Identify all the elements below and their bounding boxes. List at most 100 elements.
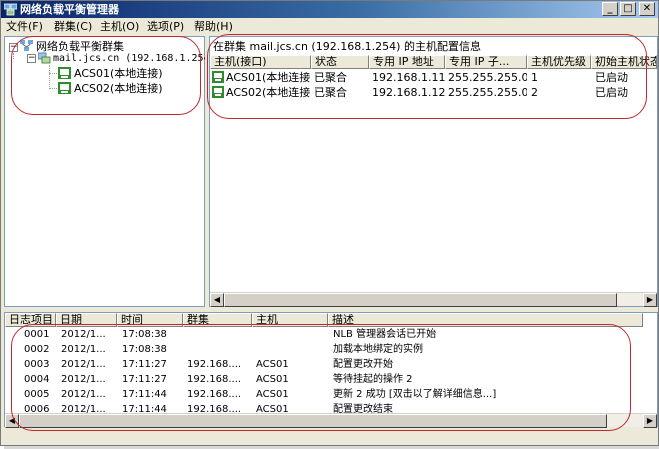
column-header-date[interactable]: 日期 bbox=[56, 313, 117, 327]
log-cell-cluster: 192.168.... bbox=[187, 389, 242, 400]
column-header-initial-state[interactable]: 初始主机状态 bbox=[591, 55, 657, 69]
log-cell-cluster: 192.168.... bbox=[187, 359, 242, 370]
scroll-right-button[interactable]: ▶ bbox=[643, 414, 657, 428]
column-header-description[interactable]: 描述 bbox=[328, 313, 643, 327]
log-cell-time: 17:11:27 bbox=[122, 374, 167, 385]
log-cell-date: 2012/1... bbox=[61, 359, 106, 370]
host-icon bbox=[212, 86, 224, 98]
log-pane: 日志项目 日期 时间 群集 主机 描述 0001 2012/1... 17:08… bbox=[4, 312, 658, 428]
host-list-caption: 在群集 mail.jcs.cn (192.168.1.254) 的主机配置信息 bbox=[213, 40, 481, 53]
log-cell-host: ACS01 bbox=[256, 359, 289, 370]
log-cell-id: 0001 bbox=[24, 329, 50, 340]
log-cell-description: 加载本地绑定的实例 bbox=[333, 344, 423, 355]
cell-mask: 255.255.255.0 bbox=[448, 86, 527, 99]
host-icon bbox=[58, 67, 71, 79]
table-row[interactable]: ACS01(本地连接) 已聚合 192.168.1.11 255.255.255… bbox=[210, 70, 650, 85]
close-button[interactable]: ✕ bbox=[639, 2, 655, 16]
tree-cluster-label: mail.jcs.cn (192.168.1.254) bbox=[53, 53, 216, 64]
log-row[interactable]: 0005 2012/1... 17:11:44 192.168.... ACS0… bbox=[5, 388, 645, 401]
log-row[interactable]: 0004 2012/1... 17:11:27 192.168.... ACS0… bbox=[5, 373, 645, 386]
cell-ip: 192.168.1.12 bbox=[372, 86, 445, 99]
cell-status: 已聚合 bbox=[314, 86, 347, 99]
network-cluster-icon bbox=[20, 40, 33, 51]
tree-host-label: ACS01(本地连接) bbox=[74, 67, 163, 80]
cell-status: 已聚合 bbox=[314, 71, 347, 84]
log-row[interactable]: 0002 2012/1... 17:08:38 加载本地绑定的实例 bbox=[5, 343, 645, 356]
log-row[interactable]: 0003 2012/1... 17:11:27 192.168.... ACS0… bbox=[5, 358, 645, 371]
menu-cluster[interactable]: 群集(C) bbox=[54, 20, 92, 33]
column-header-cluster[interactable]: 群集 bbox=[183, 313, 252, 327]
log-cell-id: 0005 bbox=[24, 389, 50, 400]
column-header-subnet[interactable]: 专用 IP 子... bbox=[445, 55, 527, 69]
log-cell-description: NLB 管理器会话已开始 bbox=[333, 329, 437, 340]
scroll-left-button[interactable]: ◀ bbox=[210, 293, 224, 307]
column-header-log-entry[interactable]: 日志项目 bbox=[5, 313, 56, 327]
log-cell-time: 17:11:27 bbox=[122, 359, 167, 370]
column-header-priority[interactable]: 主机优先级 bbox=[527, 55, 591, 69]
host-list-horizontal-scrollbar[interactable]: ◀ ▶ bbox=[210, 292, 657, 307]
menu-bar: 文件(F) 群集(C) 主机(O) 选项(P) 帮助(H) bbox=[1, 18, 658, 35]
log-cell-id: 0003 bbox=[24, 359, 50, 370]
network-cluster-icon bbox=[4, 3, 17, 16]
cluster-tree[interactable]: − 网络负载平衡群集 − mail.jcs.cn (192.168.1.254) bbox=[4, 36, 216, 307]
log-cell-time: 17:08:38 bbox=[122, 344, 167, 355]
cell-priority: 2 bbox=[531, 86, 538, 99]
column-header-host[interactable]: 主机(接口) bbox=[210, 55, 311, 69]
log-cell-time: 17:11:44 bbox=[122, 389, 167, 400]
column-header-dedicated-ip[interactable]: 专用 IP 地址 bbox=[369, 55, 445, 69]
log-cell-description: 等待挂起的操作 2 bbox=[333, 374, 413, 385]
column-header-host[interactable]: 主机 bbox=[252, 313, 328, 327]
log-cell-cluster: 192.168.... bbox=[187, 374, 242, 385]
tree-item-host[interactable]: ACS02(本地连接) bbox=[58, 82, 198, 95]
cell-priority: 1 bbox=[531, 71, 538, 84]
menu-help[interactable]: 帮助(H) bbox=[194, 20, 233, 33]
scroll-thumb[interactable] bbox=[19, 414, 607, 428]
host-icon bbox=[212, 71, 224, 83]
cell-host: ACS01(本地连接) bbox=[226, 71, 311, 84]
column-header-time[interactable]: 时间 bbox=[117, 313, 183, 327]
window-title: 网络负载平衡管理器 bbox=[20, 3, 119, 16]
log-cell-host: ACS01 bbox=[256, 374, 289, 385]
log-cell-id: 0002 bbox=[24, 344, 50, 355]
column-header-status[interactable]: 状态 bbox=[311, 55, 369, 69]
log-cell-id: 0004 bbox=[24, 374, 50, 385]
scroll-left-button[interactable]: ◀ bbox=[5, 414, 19, 428]
log-cell-date: 2012/1... bbox=[61, 374, 106, 385]
scroll-thumb[interactable] bbox=[224, 293, 617, 307]
tree-item-cluster[interactable]: mail.jcs.cn (192.168.1.254) bbox=[38, 52, 216, 65]
table-row[interactable]: ACS02(本地连接) 已聚合 192.168.1.12 255.255.255… bbox=[210, 85, 650, 100]
collapse-toggle-cluster[interactable]: − bbox=[27, 54, 36, 63]
cell-initial-state: 已启动 bbox=[595, 86, 628, 99]
menu-options[interactable]: 选项(P) bbox=[147, 20, 184, 33]
scroll-right-button[interactable]: ▶ bbox=[643, 293, 657, 307]
maximize-button[interactable]: □ bbox=[620, 2, 636, 16]
log-cell-description: 更新 2 成功 [双击以了解详细信息...] bbox=[333, 389, 497, 400]
menu-host[interactable]: 主机(O) bbox=[100, 20, 139, 33]
collapse-toggle-root[interactable]: − bbox=[9, 43, 18, 52]
log-horizontal-scrollbar[interactable]: ◀ ▶ bbox=[5, 413, 657, 428]
tree-connector bbox=[49, 73, 57, 74]
tree-connector bbox=[13, 53, 14, 59]
cell-mask: 255.255.255.0 bbox=[448, 71, 527, 84]
host-list-pane: 在群集 mail.jcs.cn (192.168.1.254) 的主机配置信息 … bbox=[209, 36, 658, 307]
log-cell-date: 2012/1... bbox=[61, 389, 106, 400]
cell-initial-state: 已启动 bbox=[595, 71, 628, 84]
nlb-manager-window: 网络负载平衡管理器 _ □ ✕ 文件(F) 群集(C) 主机(O) 选项(P) … bbox=[0, 0, 659, 446]
log-cell-date: 2012/1... bbox=[61, 329, 106, 340]
menu-file[interactable]: 文件(F) bbox=[6, 20, 43, 33]
cell-host: ACS02(本地连接) bbox=[226, 86, 311, 99]
log-cell-date: 2012/1... bbox=[61, 344, 106, 355]
minimize-button[interactable]: _ bbox=[602, 2, 618, 16]
title-bar[interactable]: 网络负载平衡管理器 _ □ ✕ bbox=[1, 1, 658, 18]
tree-connector bbox=[49, 65, 50, 89]
tree-host-label: ACS02(本地连接) bbox=[74, 82, 163, 95]
tree-connector bbox=[49, 88, 57, 89]
host-icon bbox=[58, 82, 71, 94]
tree-item-host[interactable]: ACS01(本地连接) bbox=[58, 67, 198, 80]
cell-ip: 192.168.1.11 bbox=[372, 71, 445, 84]
log-cell-time: 17:08:38 bbox=[122, 329, 167, 340]
log-cell-description: 配置更改开始 bbox=[333, 359, 393, 370]
cluster-icon bbox=[38, 52, 51, 64]
log-cell-host: ACS01 bbox=[256, 389, 289, 400]
log-row[interactable]: 0001 2012/1... 17:08:38 NLB 管理器会话已开始 bbox=[5, 328, 645, 341]
